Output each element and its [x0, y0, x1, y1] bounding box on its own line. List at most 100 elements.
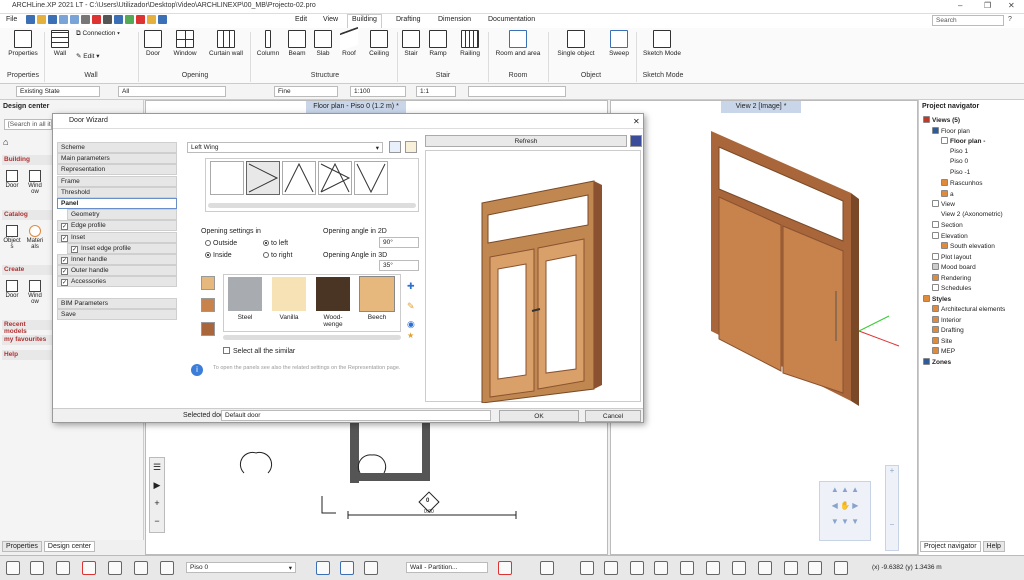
wizard-step-outer-handle[interactable]: ✓ Outer handle — [57, 265, 177, 277]
wizard-step-panel[interactable]: Panel — [57, 198, 177, 209]
restore-icon[interactable]: ❐ — [984, 1, 991, 10]
menu-edit[interactable]: Edit — [295, 16, 307, 23]
navigation-widget[interactable]: ▲ ▲ ▲ ◀ ✋ ▶ ▼ ▼ ▼ — [819, 481, 871, 541]
tree-item-view-2-axonometric-[interactable]: View 2 (Axonometric) — [941, 211, 1003, 218]
wizard-step-geometry[interactable]: Geometry — [67, 209, 177, 221]
door-preview-icon-2[interactable] — [201, 298, 215, 312]
section-building[interactable]: Building — [2, 155, 52, 165]
stretch-icon[interactable] — [834, 561, 848, 575]
tree-item-piso-1[interactable]: Piso 1 — [950, 148, 968, 155]
railing-button[interactable]: Railing — [455, 30, 485, 57]
wizard-step-save[interactable]: Save — [57, 308, 177, 320]
paste-icon[interactable] — [405, 141, 417, 153]
tree-item-mood-board[interactable]: Mood board — [932, 263, 976, 271]
step-checkbox[interactable]: ✓ — [61, 268, 68, 276]
radio-outside[interactable]: Outside — [205, 240, 237, 247]
delete-icon[interactable] — [92, 15, 101, 24]
tree-item-floor-plan[interactable]: Floor plan — [932, 126, 970, 135]
mirror-icon[interactable] — [680, 561, 694, 575]
minimize-icon[interactable]: – — [958, 1, 962, 10]
tree-item-mep[interactable]: MEP — [932, 347, 955, 355]
tree-item-floor-plan-[interactable]: Floor plan - — [941, 137, 985, 145]
layer-select[interactable]: All — [118, 86, 226, 97]
floor-down-icon[interactable] — [340, 561, 354, 575]
dc-materials[interactable]: Materi als — [26, 225, 44, 250]
wizard-step-main-parameters[interactable]: Main parameters — [57, 153, 177, 165]
material-steel[interactable]: Steel — [228, 277, 262, 321]
trim-icon[interactable] — [758, 561, 772, 575]
column-button[interactable]: Column — [254, 30, 282, 57]
step-checkbox[interactable]: ✓ — [61, 257, 68, 264]
tab-project-navigator[interactable]: Project navigator — [920, 541, 981, 552]
tab-help[interactable]: Help — [982, 541, 1005, 552]
ceiling-button[interactable]: Ceiling — [364, 30, 394, 57]
scale-select[interactable]: 1:100 — [350, 86, 406, 97]
menu-file[interactable]: File — [6, 16, 17, 23]
dc-create-door[interactable]: Door — [3, 280, 21, 299]
angle-2d-input[interactable]: 90° — [379, 237, 419, 248]
select-icon[interactable] — [158, 15, 167, 24]
wizard-step-inner-handle[interactable]: ✓ Inner handle — [57, 254, 177, 265]
menu-drafting[interactable]: Drafting — [396, 16, 421, 23]
tree-item-drafting[interactable]: Drafting — [932, 326, 964, 334]
select-all-similar-checkbox[interactable]: Select all the similar — [223, 347, 295, 355]
tree-item-plot-layout[interactable]: Plot layout — [932, 252, 971, 261]
menu-documentation[interactable]: Documentation — [488, 16, 535, 23]
tree-item-a[interactable]: a — [941, 189, 954, 198]
tree-item-schedules[interactable]: Schedules — [932, 284, 971, 292]
tree-item-styles[interactable]: Styles — [923, 294, 951, 303]
snap-icon[interactable] — [114, 15, 123, 24]
material-beech[interactable]: Beech — [359, 276, 395, 321]
layer-icon[interactable] — [125, 15, 134, 24]
floor-select[interactable]: Piso 0 ▾ — [186, 562, 296, 573]
scheme-cross[interactable] — [318, 161, 352, 195]
refresh-button[interactable]: Refresh — [425, 135, 627, 147]
tree-item-views-5-[interactable]: Views (5) — [923, 116, 960, 124]
redo-icon[interactable] — [70, 15, 79, 24]
pencil-icon[interactable]: ✎ — [407, 301, 415, 312]
door-button[interactable]: Door — [142, 30, 164, 57]
step-checkbox[interactable]: ✓ — [71, 245, 78, 253]
offset-icon[interactable] — [732, 561, 746, 575]
scheme-scrollbar[interactable] — [208, 203, 416, 208]
tree-item-south-elevation[interactable]: South elevation — [941, 242, 995, 250]
menu-building[interactable]: Building — [347, 14, 382, 28]
dc-window[interactable]: Wind ow — [26, 170, 44, 195]
zoom-in-icon[interactable]: + — [150, 494, 164, 512]
scale-tool-icon[interactable] — [808, 561, 822, 575]
tree-item-site[interactable]: Site — [932, 336, 952, 345]
beam-button[interactable]: Beam — [286, 30, 308, 57]
zoom-out-icon[interactable]: − — [150, 512, 164, 530]
dc-door[interactable]: Door — [3, 170, 21, 189]
tree-item-elevation[interactable]: Elevation — [932, 231, 968, 240]
move-icon[interactable] — [630, 561, 644, 575]
floor-up-icon[interactable] — [316, 561, 330, 575]
step-checkbox[interactable]: ✓ — [61, 234, 68, 242]
array-icon[interactable] — [784, 561, 798, 575]
ok-button[interactable]: OK — [499, 410, 579, 422]
tab-properties[interactable]: Properties — [2, 541, 42, 552]
scheme-arrow-right[interactable] — [246, 161, 280, 195]
wizard-step-bim-parameters[interactable]: BIM Parameters — [57, 297, 177, 309]
wizard-step-inset[interactable]: ✓ Inset — [57, 231, 177, 243]
wing-select[interactable]: Left Wing ▾ — [187, 142, 383, 153]
undo-icon[interactable] — [59, 15, 68, 24]
zoom-slider[interactable]: + − — [885, 465, 899, 551]
global-search-input[interactable]: Search — [932, 15, 1004, 26]
tree-item-piso-1[interactable]: Piso -1 — [950, 169, 970, 176]
curtain-wall-button[interactable]: Curtain wall — [206, 30, 246, 57]
properties-button[interactable]: Properties — [6, 30, 40, 57]
radio-inside[interactable]: Inside — [205, 252, 232, 259]
slab-button[interactable]: Slab — [312, 30, 334, 57]
select-tool-icon[interactable] — [134, 561, 148, 575]
dc-objects[interactable]: Object s — [3, 225, 21, 250]
menu-view[interactable]: View — [323, 16, 338, 23]
line-weight-select[interactable]: Fine — [274, 86, 338, 97]
pen-tool-icon[interactable] — [604, 561, 618, 575]
pen-icon[interactable] — [103, 15, 112, 24]
door-preview-icon-3[interactable] — [201, 322, 215, 336]
connection-button[interactable]: ⧉ Connection ▾ — [76, 30, 136, 38]
sketch-mode-button[interactable]: Sketch Mode — [640, 30, 684, 57]
wizard-step-inset-edge-profile[interactable]: ✓ Inset edge profile — [67, 242, 177, 254]
menu-dimension[interactable]: Dimension — [438, 16, 471, 23]
